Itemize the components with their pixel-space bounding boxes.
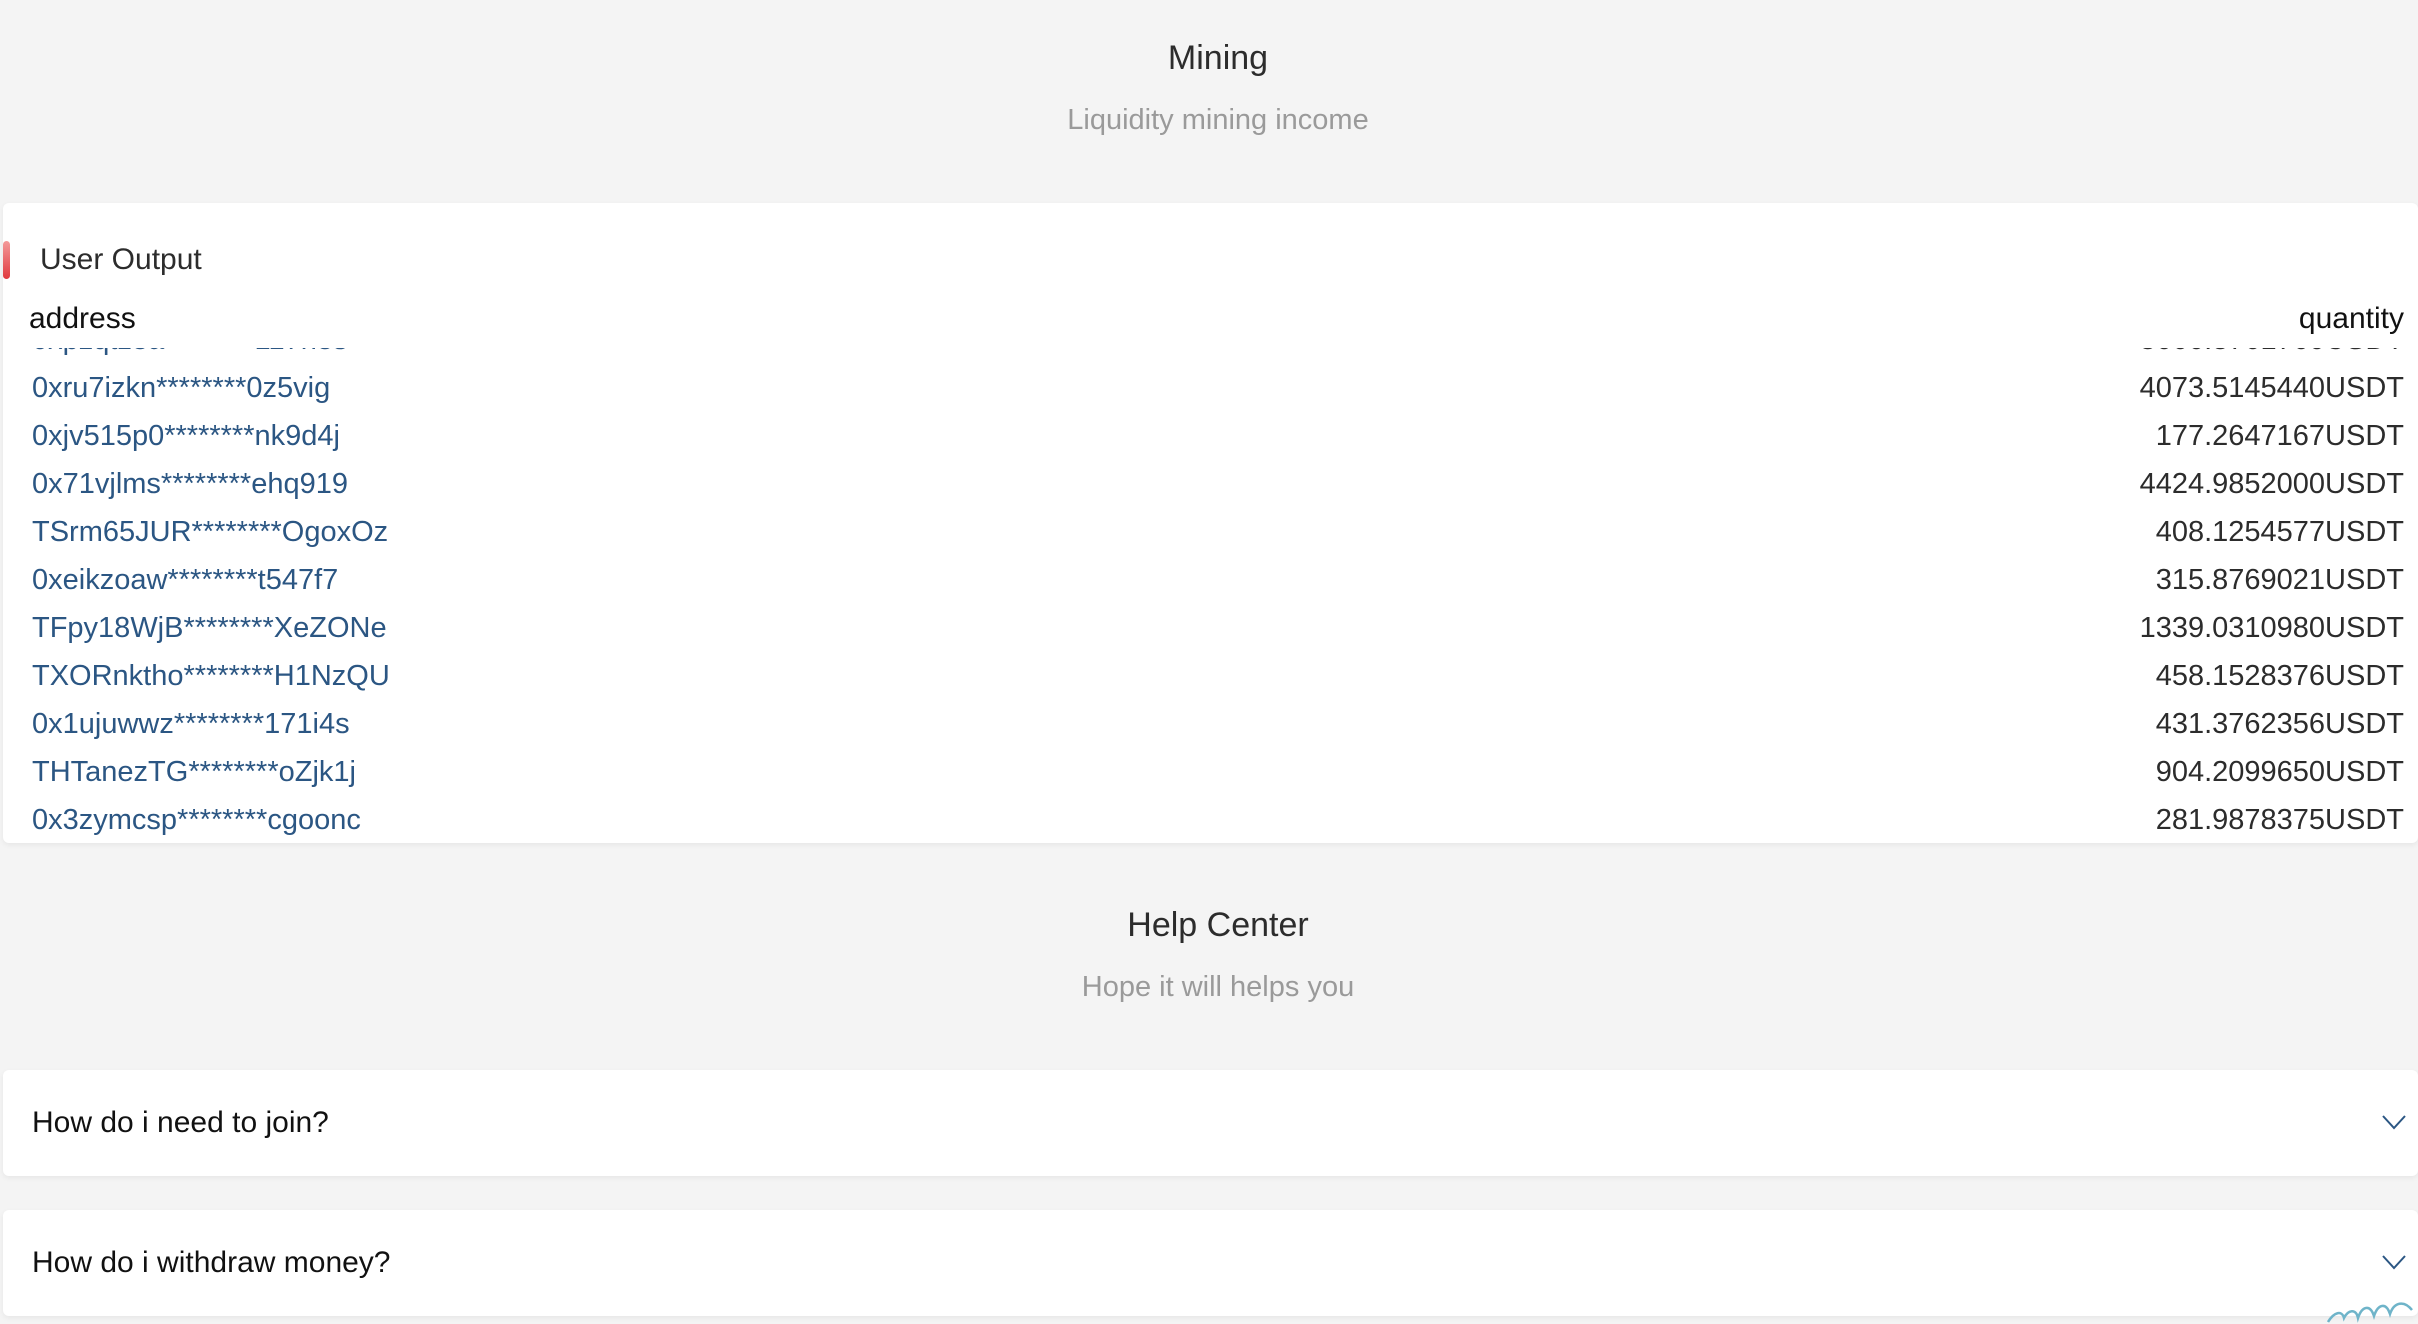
row-quantity: 408.1254577USDT [2155, 516, 2404, 548]
row-quantity: 458.1528376USDT [2155, 660, 2404, 692]
table-row: 0xru7izkn********0z5vig 4073.5145440USDT [29, 364, 2418, 412]
row-quantity: 4073.5145440USDT [2139, 372, 2404, 404]
help-center-title: Help Center [1127, 906, 1309, 944]
row-quantity: 904.2099650USDT [2155, 756, 2404, 788]
row-quantity: 431.3762356USDT [2155, 708, 2404, 740]
row-address: 0xeikzoaw********t547f7 [32, 564, 339, 596]
table-row: 0xpzqtz3a********117n8s 3666.8761760USDT [29, 348, 2418, 364]
mining-header: Mining Liquidity mining income [0, 38, 2418, 138]
faq-question: How do i withdraw money? [32, 1246, 391, 1279]
row-address: 0xpzqtz3a********117n8s [32, 348, 347, 364]
row-address: 0xru7izkn********0z5vig [32, 372, 331, 404]
row-quantity: 1339.0310980USDT [2139, 612, 2404, 644]
row-address: TXORnktho********H1NzQU [32, 660, 390, 692]
faq-item-withdraw[interactable]: How do i withdraw money? [3, 1210, 2418, 1316]
help-center-header: Help Center Hope it will helps you [0, 905, 2418, 1005]
row-address: 0x3zymcsp********cgoonc [32, 804, 361, 836]
row-address: THTanezTG********oZjk1j [32, 756, 356, 788]
row-quantity: 3666.8761760USDT [2140, 348, 2404, 364]
output-scroll-list[interactable]: 0xpzqtz3a********117n8s3666.8761760USDT0… [29, 348, 2418, 864]
mining-subtitle: Liquidity mining income [1067, 104, 1369, 136]
table-row: TXORnktho********H1NzQU 458.1528376USDT [29, 652, 2418, 700]
page: Mining Liquidity mining income User Outp… [0, 0, 2418, 1324]
card-accent-bar [3, 241, 10, 279]
mining-title: Mining [1167, 39, 1269, 77]
help-center-subtitle: Hope it will helps you [1081, 971, 1355, 1003]
quantity-column-header: quantity [2298, 302, 2404, 335]
faq-question: How do i need to join? [32, 1106, 329, 1139]
row-address: 0x71vjlms********ehq919 [32, 468, 348, 500]
table-row: 0x71vjlms********ehq919 4424.9852000USDT [29, 460, 2418, 508]
chevron-down-icon[interactable] [2380, 1248, 2408, 1276]
user-output-title: User Output [40, 243, 202, 276]
output-rows: 0xpzqtz3a********117n8s3666.8761760USDT0… [29, 348, 2418, 844]
table-row: THTanezTG********oZjk1j 904.2099650USDT [29, 748, 2418, 796]
table-row: 0xeikzoaw********t547f7 315.8769021USDT [29, 556, 2418, 604]
table-row: TSrm65JUR********OgoxOz 408.1254577USDT [29, 508, 2418, 556]
address-column-header: address [29, 302, 136, 335]
row-quantity: 177.2647167USDT [2155, 420, 2404, 452]
table-row: 0x1ujuwwz********171i4s 431.3762356USDT [29, 700, 2418, 748]
table-row: 0x3zymcsp********cgoonc 281.9878375USDT [29, 796, 2418, 844]
row-quantity: 315.8769021USDT [2155, 564, 2404, 596]
table-row: TFpy18WjB********XeZONe 1339.0310980USDT [29, 604, 2418, 652]
row-address: TFpy18WjB********XeZONe [32, 612, 387, 644]
row-address: 0xjv515p0********nk9d4j [32, 420, 340, 452]
row-address: 0x1ujuwwz********171i4s [32, 708, 350, 740]
chevron-down-icon[interactable] [2380, 1108, 2408, 1136]
output-table-header: address quantity [29, 302, 2418, 342]
row-address: TSrm65JUR********OgoxOz [32, 516, 389, 548]
row-quantity: 4424.9852000USDT [2139, 468, 2404, 500]
faq-item-join[interactable]: How do i need to join? [3, 1070, 2418, 1176]
row-quantity: 281.9878375USDT [2155, 804, 2404, 836]
corner-decoration-icon [2326, 1302, 2413, 1323]
table-row: 0xjv515p0********nk9d4j 177.2647167USDT [29, 412, 2418, 460]
